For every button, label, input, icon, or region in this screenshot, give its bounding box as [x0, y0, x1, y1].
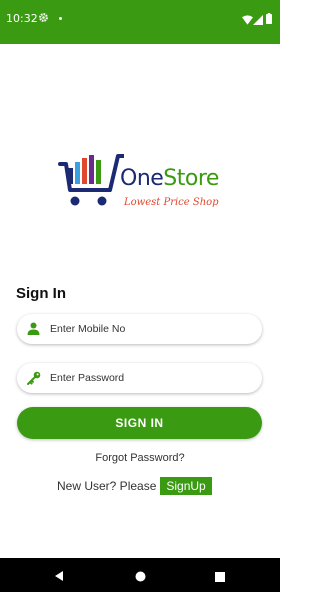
signup-row: New User? Please SignUp: [57, 477, 212, 497]
recents-icon[interactable]: [215, 569, 225, 587]
mobile-field[interactable]: [17, 314, 262, 344]
sign-in-button[interactable]: SIGN IN: [17, 407, 262, 439]
gear-icon: [38, 12, 49, 26]
wifi-icon: [242, 12, 253, 30]
logo-tagline: Lowest Price Shop: [124, 197, 219, 208]
notification-dot-icon: [59, 17, 62, 20]
new-user-prompt: New User? Please: [57, 479, 157, 493]
battery-icon: [266, 11, 272, 29]
forgot-password-link[interactable]: Forgot Password?: [0, 452, 280, 464]
navigation-bar: [0, 558, 280, 592]
password-input[interactable]: [50, 363, 250, 393]
page-title: Sign In: [16, 285, 66, 302]
onestore-logo: OneStore Lowest Price Shop: [58, 150, 228, 220]
login-screen: 10:32 OneStore Lowest Price Shop Sign In…: [0, 0, 280, 592]
signup-button[interactable]: SignUp: [160, 477, 212, 495]
signal-icon: [253, 12, 263, 30]
logo-name-store: Store: [163, 166, 219, 191]
back-icon[interactable]: [53, 569, 65, 587]
logo-name-one: One: [120, 166, 164, 191]
status-bar: 10:32: [0, 0, 280, 44]
mobile-input[interactable]: [50, 314, 250, 344]
status-time: 10:32: [6, 12, 38, 25]
person-icon: [27, 322, 40, 340]
key-icon: [27, 371, 41, 390]
password-field[interactable]: [17, 363, 262, 393]
shopping-cart-logo-icon: [58, 154, 124, 206]
logo-wordmark: OneStore: [120, 166, 219, 191]
home-icon[interactable]: [135, 569, 146, 587]
